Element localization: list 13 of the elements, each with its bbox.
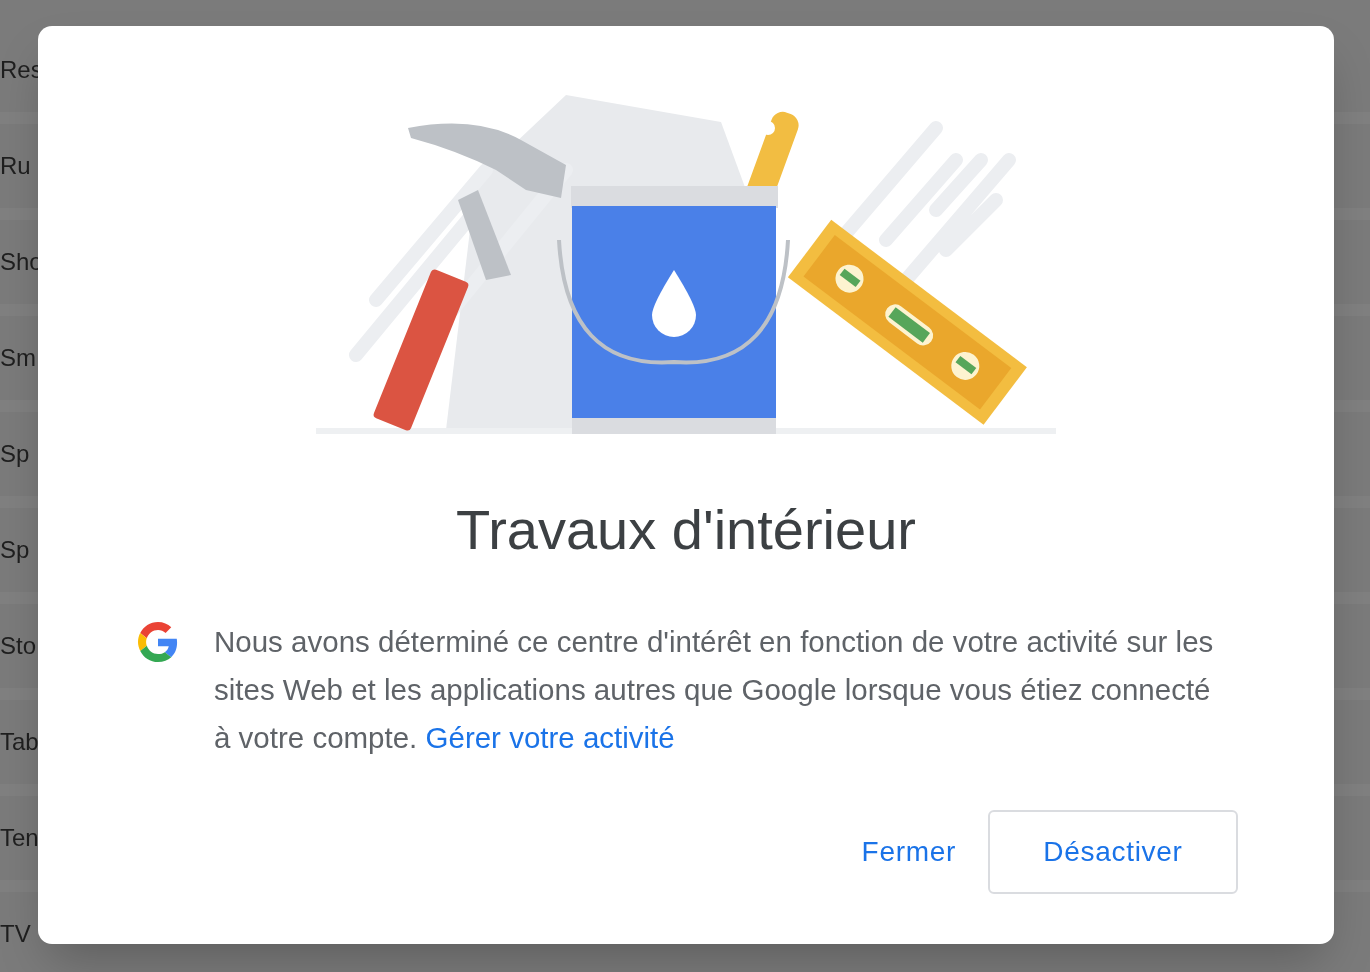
dialog-title: Travaux d'intérieur bbox=[456, 502, 916, 558]
list-item-label: Sto bbox=[0, 631, 37, 661]
list-item-label: Ten bbox=[0, 823, 39, 853]
dialog-description: Nous avons déterminé ce centre d'intérêt en fonction de votre activité sur les sites Web et les applications autres que Google lorsque vous étiez connecté à votre compte. Gérer votre activité bbox=[214, 624, 1215, 756]
list-item-label: Ru bbox=[0, 151, 31, 181]
manage-activity-link[interactable]: Gérer votre activité bbox=[425, 721, 675, 754]
list-item-label: Tab bbox=[0, 727, 39, 757]
list-item-label: Sp bbox=[0, 535, 30, 565]
list-item-label: TV bbox=[0, 919, 31, 949]
list-item-label: Sp bbox=[0, 439, 30, 469]
google-g-icon bbox=[138, 622, 178, 662]
deactivate-button[interactable]: Désactiver bbox=[988, 810, 1238, 894]
list-item-label: Sm bbox=[0, 343, 36, 373]
